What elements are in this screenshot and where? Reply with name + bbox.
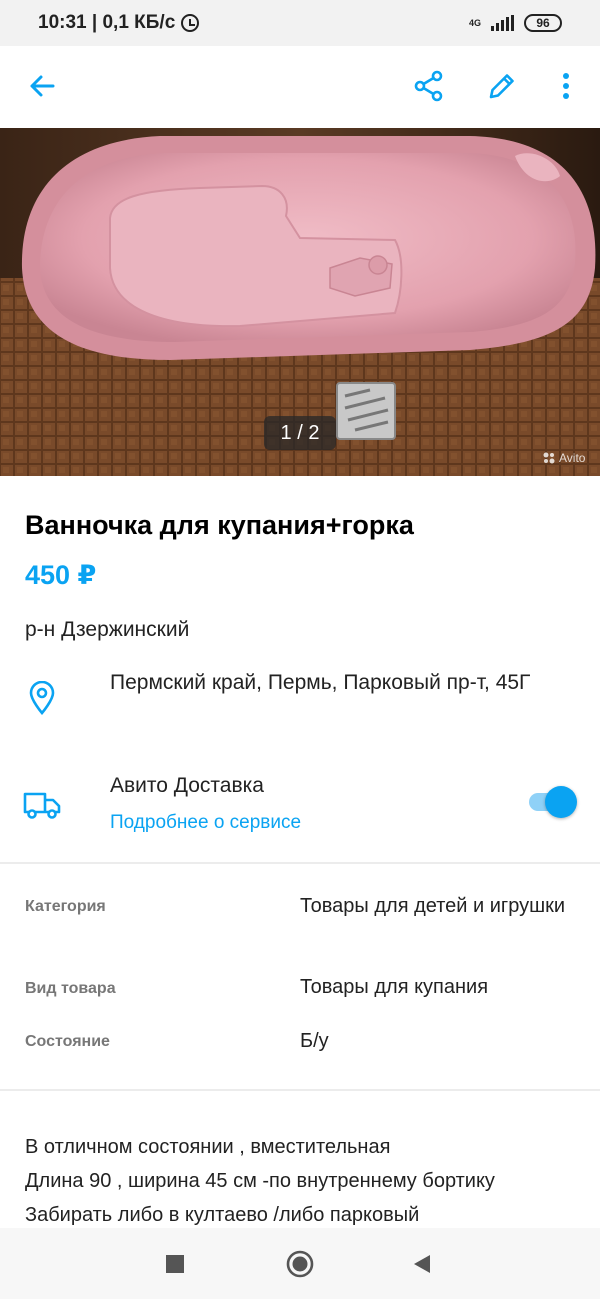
triangle-back-icon[interactable] bbox=[406, 1248, 438, 1280]
more-vertical-icon[interactable] bbox=[546, 66, 586, 106]
alarm-icon bbox=[181, 14, 200, 32]
param-label: Категория bbox=[25, 898, 106, 915]
watermark-text: Avito bbox=[559, 451, 586, 465]
param-value: Товары для детей и игрушки bbox=[300, 895, 566, 917]
description-line: В отличном состоянии , вместительная bbox=[25, 1136, 391, 1158]
system-nav-bar bbox=[0, 1228, 600, 1299]
network-type: 4G bbox=[468, 17, 481, 28]
divider bbox=[0, 1089, 600, 1091]
photo-counter: 1 / 2 bbox=[264, 416, 336, 450]
listing-description: В отличном состоянии , вместительная Дли… bbox=[25, 1130, 585, 1232]
listing-price: 450 ₽ bbox=[25, 560, 97, 590]
avito-logo-icon bbox=[543, 452, 555, 464]
divider bbox=[0, 862, 600, 864]
param-label: Состояние bbox=[25, 1033, 110, 1050]
param-value: Б/у bbox=[300, 1030, 329, 1052]
param-label: Вид товара bbox=[25, 980, 116, 997]
delivery-title: Авито Доставка bbox=[110, 774, 264, 797]
avito-watermark: Avito bbox=[542, 451, 585, 465]
pencil-icon[interactable] bbox=[482, 66, 522, 106]
status-time: 10:31 | 0,1 КБ/с bbox=[38, 12, 176, 33]
arrow-left-icon[interactable] bbox=[22, 66, 62, 106]
description-line: Длина 90 , ширина 45 см -по внутреннему … bbox=[25, 1170, 495, 1192]
toolbar bbox=[0, 46, 600, 128]
listing-district: р-н Дзержинский bbox=[25, 618, 190, 641]
delivery-truck-icon bbox=[22, 785, 62, 825]
delivery-info-link[interactable]: Подробнее о сервисе bbox=[110, 812, 301, 834]
delivery-toggle[interactable] bbox=[527, 786, 577, 818]
circle-home-icon[interactable] bbox=[284, 1248, 316, 1280]
location-pin-icon bbox=[22, 678, 62, 718]
listing-address[interactable]: Пермский край, Пермь, Парковый пр-т, 45Г bbox=[110, 666, 570, 699]
description-line: Забирать либо в култаево /либо парковый bbox=[25, 1204, 420, 1226]
signal-icon bbox=[491, 15, 514, 31]
battery-icon: 96 bbox=[524, 14, 562, 32]
share-icon[interactable] bbox=[409, 66, 449, 106]
param-value: Товары для купания bbox=[300, 976, 489, 998]
square-icon[interactable] bbox=[159, 1248, 191, 1280]
status-bar: 10:31 | 0,1 КБ/с 4G 96 bbox=[0, 0, 600, 46]
listing-title: Ванночка для купания+горка bbox=[25, 510, 414, 540]
